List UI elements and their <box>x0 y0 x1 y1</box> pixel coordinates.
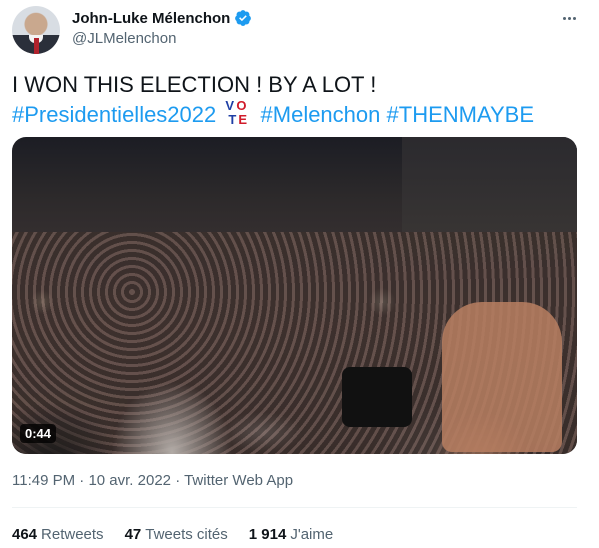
display-name[interactable]: John-Luke Mélenchon <box>72 10 230 27</box>
vote-emoji-letter: E <box>238 112 248 127</box>
likes-count: 1 914 <box>248 526 287 543</box>
divider <box>12 507 577 508</box>
verified-badge-icon <box>235 10 252 26</box>
tweet-time[interactable]: 11:49 PM <box>12 472 75 489</box>
meta-separator: · <box>79 472 85 489</box>
tweet-body: I WON THIS ELECTION ! BY A LOT ! <box>12 72 377 97</box>
more-options-icon[interactable] <box>558 8 580 28</box>
tweet-date[interactable]: 10 avr. 2022 <box>88 472 171 489</box>
vote-emoji-icon: V O T E <box>225 99 251 127</box>
hashtag-thenmaybe[interactable]: #THENMAYBE <box>387 102 535 127</box>
vote-emoji-letter: T <box>228 112 237 127</box>
tweet-meta: 11:49 PM · 10 avr. 2022 · Twitter Web Ap… <box>12 472 293 489</box>
vote-emoji-letter: V <box>225 98 235 113</box>
video-hand <box>442 302 562 452</box>
vote-emoji-letter: O <box>236 98 247 113</box>
tweet-stats: 464 Retweets 47 Tweets cités 1 914 J'aim… <box>12 526 333 543</box>
video-player[interactable]: 0:44 <box>12 137 577 454</box>
avatar[interactable] <box>12 6 60 54</box>
likes-label: J'aime <box>290 526 334 543</box>
retweets-stat[interactable]: 464 Retweets <box>12 526 104 543</box>
hashtag-presidentielles2022[interactable]: #Presidentielles2022 <box>12 102 216 127</box>
retweets-label: Retweets <box>41 526 104 543</box>
quote-tweets-label: Tweets cités <box>145 526 228 543</box>
retweets-count: 464 <box>12 526 38 543</box>
quote-tweets-count: 47 <box>124 526 142 543</box>
hashtag-melenchon[interactable]: #Melenchon <box>261 102 381 127</box>
author-name-row[interactable]: John-Luke Mélenchon <box>72 9 252 27</box>
avatar-tie <box>34 38 39 54</box>
likes-stat[interactable]: 1 914 J'aime <box>249 526 333 543</box>
author-handle[interactable]: @JLMelenchon <box>72 30 176 47</box>
video-duration-badge: 0:44 <box>20 424 57 443</box>
quote-tweets-stat[interactable]: 47 Tweets cités <box>125 526 228 543</box>
tweet-text: I WON THIS ELECTION ! BY A LOT ! #Presid… <box>12 70 582 129</box>
video-camera <box>342 367 412 427</box>
tweet-source-app[interactable]: Twitter Web App <box>184 472 293 489</box>
meta-separator: · <box>175 472 181 489</box>
